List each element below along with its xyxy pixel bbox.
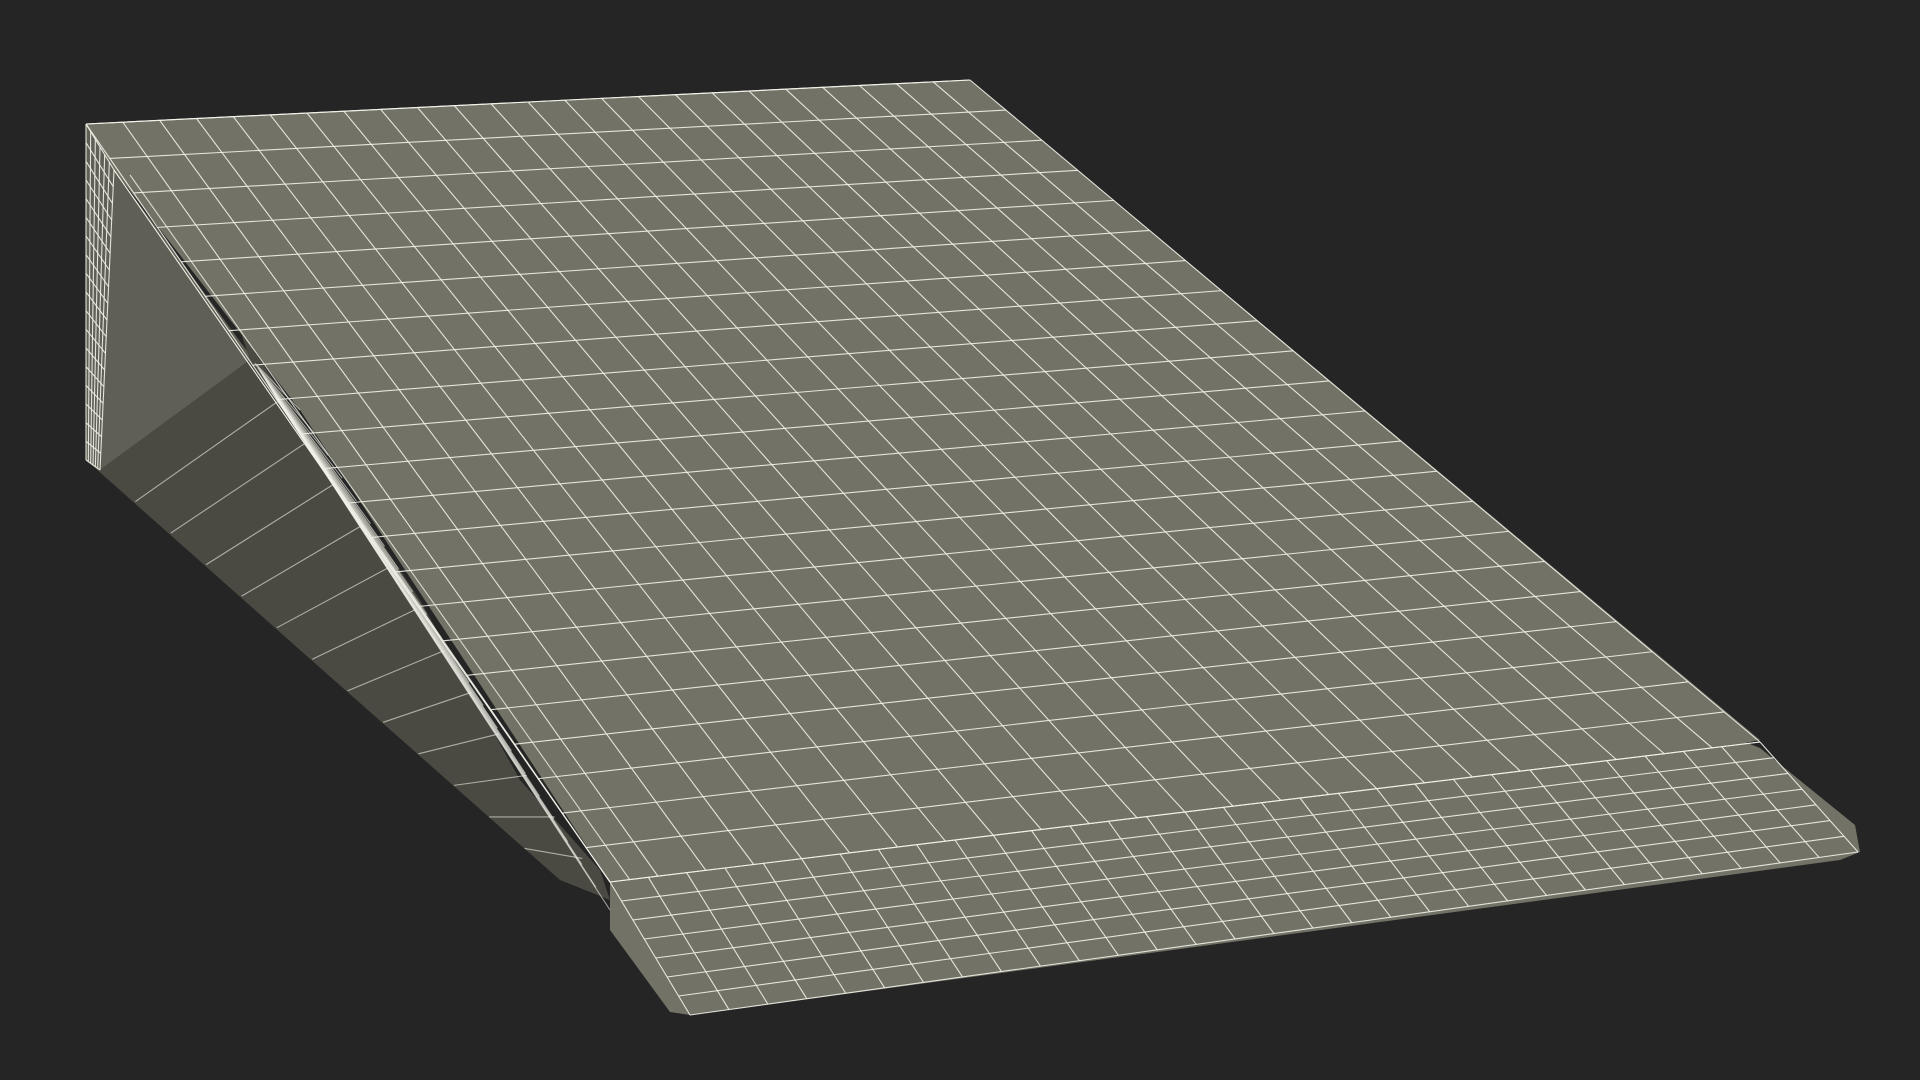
wireframe-3d-render xyxy=(0,0,1920,1080)
render-viewport xyxy=(0,0,1920,1080)
